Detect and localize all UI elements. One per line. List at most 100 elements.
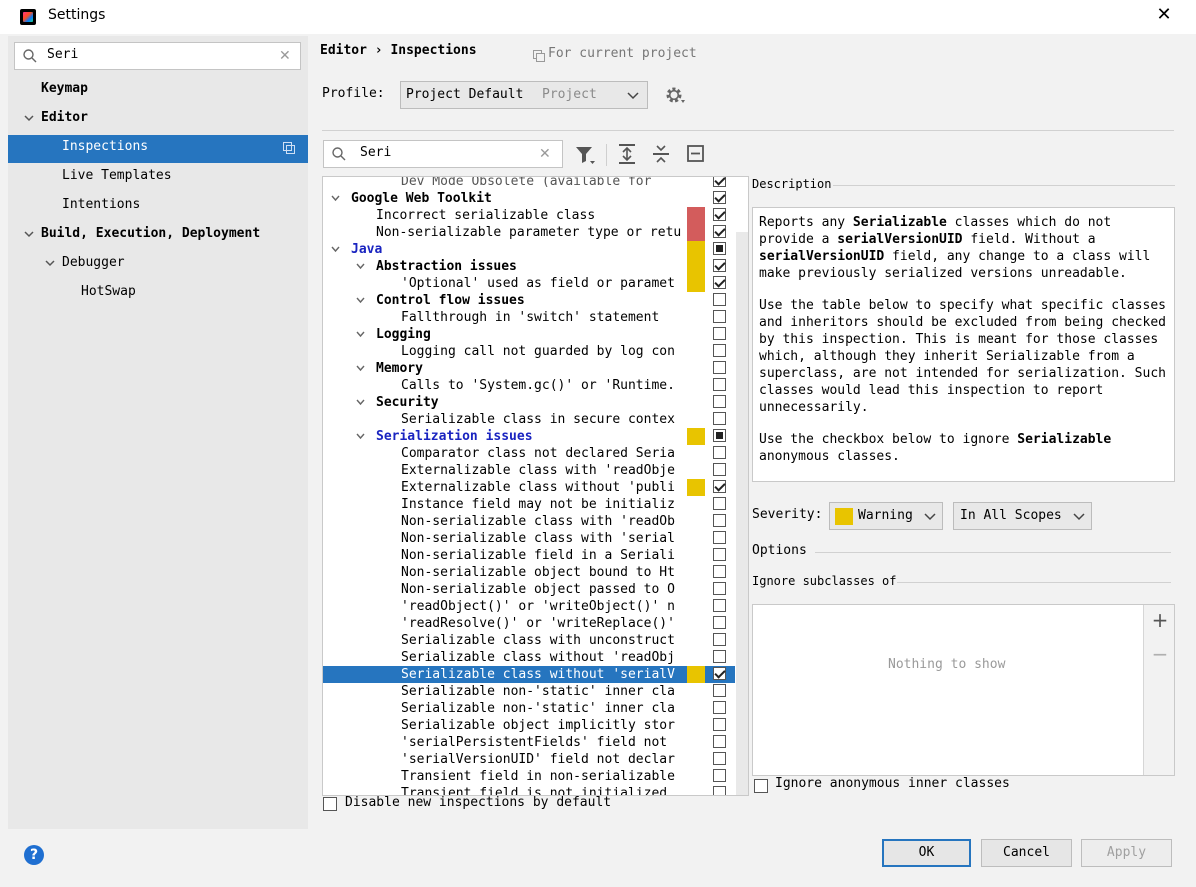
profile-select[interactable]: Project Default Project [400,81,648,109]
clear-search-icon[interactable]: ✕ [279,48,291,64]
tree-row[interactable]: Serialization issues [323,428,735,445]
inspection-checkbox[interactable] [713,480,726,493]
sidebar-search-input[interactable]: Seri ✕ [14,42,301,70]
inspection-checkbox[interactable] [713,582,726,595]
tree-row[interactable]: Serializable class with unconstruct [323,632,735,649]
tree-row[interactable]: Memory [323,360,735,377]
inspection-checkbox[interactable] [713,412,726,425]
severity-select[interactable]: Warning [829,502,943,530]
inspection-checkbox[interactable] [713,701,726,714]
disable-new-inspections-checkbox[interactable] [323,797,337,811]
tree-row[interactable]: Serializable object implicitly stor [323,717,735,734]
chevron-down-icon[interactable] [331,194,340,203]
tree-row[interactable]: 'readObject()' or 'writeObject()' n [323,598,735,615]
inspection-checkbox[interactable] [713,395,726,408]
inspection-checkbox[interactable] [713,177,726,187]
tree-row[interactable]: Externalizable class with 'readObje [323,462,735,479]
tree-row[interactable]: Comparator class not declared Seria [323,445,735,462]
tree-row[interactable]: Serializable class without 'readObj [323,649,735,666]
tree-row[interactable]: Externalizable class without 'publi [323,479,735,496]
tree-row[interactable]: Serializable class without 'serialV [323,666,735,683]
inspection-checkbox[interactable] [713,565,726,578]
tree-row[interactable]: Dev Mode Obsolete (available for [323,177,735,190]
chevron-down-icon[interactable] [331,245,340,254]
sidebar-item-intentions[interactable]: Intentions [62,191,140,219]
inspection-checkbox[interactable] [713,208,726,221]
tree-row[interactable]: Transient field in non-serializable [323,768,735,785]
inspection-checkbox[interactable] [713,463,726,476]
tree-scrollbar[interactable] [736,232,748,795]
inspection-checkbox[interactable] [713,769,726,782]
ok-button[interactable]: OK [882,839,971,867]
inspection-checkbox[interactable] [713,616,726,629]
clear-search-icon[interactable]: ✕ [539,146,551,162]
tree-row[interactable]: Abstraction issues [323,258,735,275]
filter-icon[interactable] [574,144,596,166]
apply-button[interactable]: Apply [1081,839,1172,867]
tree-row[interactable]: Non-serializable class with 'serial [323,530,735,547]
inspection-checkbox[interactable] [713,191,726,204]
chevron-down-icon[interactable] [356,432,365,441]
tree-row[interactable]: Non-serializable object bound to Ht [323,564,735,581]
inspection-checkbox[interactable] [713,361,726,374]
chevron-down-icon[interactable] [45,258,55,268]
tree-row[interactable]: Calls to 'System.gc()' or 'Runtime. [323,377,735,394]
inspection-checkbox[interactable] [713,497,726,510]
inspection-checkbox[interactable] [713,310,726,323]
close-icon[interactable]: ✕ [1152,3,1176,27]
expand-all-icon[interactable] [617,143,637,165]
inspection-checkbox[interactable] [713,633,726,646]
chevron-down-icon[interactable] [356,398,365,407]
inspection-checkbox[interactable] [713,786,726,795]
inspection-checkbox[interactable] [713,378,726,391]
chevron-down-icon[interactable] [24,229,34,239]
inspection-checkbox[interactable] [713,276,726,289]
tree-row[interactable]: Fallthrough in 'switch' statement [323,309,735,326]
chevron-down-icon[interactable] [356,296,365,305]
sidebar-item-live-templates[interactable]: Live Templates [62,162,172,190]
inspection-checkbox[interactable] [713,344,726,357]
tree-row[interactable]: Logging call not guarded by log con [323,343,735,360]
collapse-all-icon[interactable] [651,143,671,165]
inspection-checkbox[interactable] [713,548,726,561]
sidebar-item-editor[interactable]: Editor [41,104,88,132]
tree-row[interactable]: Incorrect serializable class [323,207,735,224]
inspection-tree[interactable]: Dev Mode Obsolete (available for Google W… [322,176,749,796]
inspection-checkbox[interactable] [713,293,726,306]
tree-row[interactable]: Non-serializable field in a Seriali [323,547,735,564]
tree-row[interactable]: Non-serializable object passed to O [323,581,735,598]
inspection-checkbox[interactable] [713,429,726,442]
tree-row[interactable]: Non-serializable parameter type or retu [323,224,735,241]
inspection-checkbox[interactable] [713,718,726,731]
inspection-search-input[interactable]: Seri ✕ [323,140,563,168]
inspection-checkbox[interactable] [713,599,726,612]
inspection-checkbox[interactable] [713,514,726,527]
chevron-down-icon[interactable] [356,364,365,373]
excluded-classes-list[interactable]: Nothing to show + − [752,604,1175,776]
ignore-anonymous-checkbox[interactable] [754,779,768,793]
inspection-checkbox[interactable] [713,242,726,255]
help-icon[interactable]: ? [24,845,44,865]
cancel-button[interactable]: Cancel [981,839,1072,867]
scope-select[interactable]: In All Scopes [953,502,1092,530]
chevron-down-icon[interactable] [356,262,365,271]
remove-icon[interactable]: − [1151,642,1169,666]
tree-row[interactable]: Security [323,394,735,411]
tree-row[interactable]: Google Web Toolkit [323,190,735,207]
chevron-down-icon[interactable] [24,113,34,123]
tree-row[interactable]: Serializable non-'static' inner cla [323,683,735,700]
add-icon[interactable]: + [1151,608,1169,632]
inspection-checkbox[interactable] [713,225,726,238]
inspection-checkbox[interactable] [713,752,726,765]
tree-row[interactable]: Serializable non-'static' inner cla [323,700,735,717]
tree-row[interactable]: Serializable class in secure contex [323,411,735,428]
sidebar-item-hotswap[interactable]: HotSwap [81,278,136,306]
reset-icon[interactable] [686,144,706,164]
sidebar-item-build-execution-deployment[interactable]: Build, Execution, Deployment [41,220,260,248]
chevron-down-icon[interactable] [356,330,365,339]
tree-row[interactable]: 'serialPersistentFields' field not [323,734,735,751]
tree-row[interactable]: Instance field may not be initializ [323,496,735,513]
inspection-checkbox[interactable] [713,667,726,680]
tree-row[interactable]: Control flow issues [323,292,735,309]
sidebar-item-inspections[interactable]: Inspections [62,133,148,161]
